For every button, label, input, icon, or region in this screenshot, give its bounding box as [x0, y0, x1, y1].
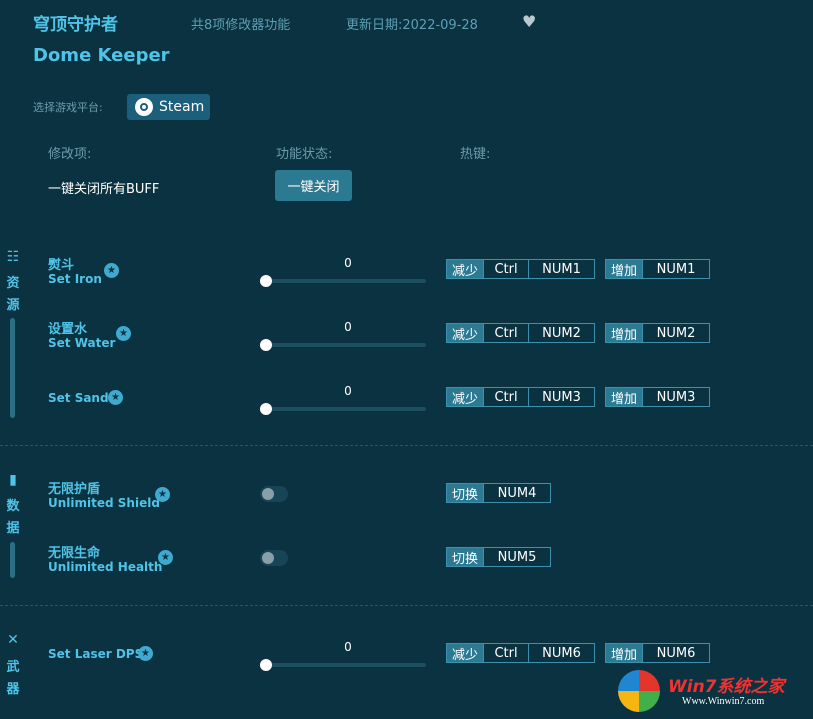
heart-icon[interactable]: ♥ — [522, 12, 536, 31]
feature-count: 共8项修改器功能 — [191, 14, 290, 33]
sand-slider[interactable] — [266, 407, 426, 411]
health-toggle-hotkey[interactable]: 切换 NUM5 — [446, 547, 551, 567]
close-all-buff-label: 一键关闭所有BUFF — [48, 178, 159, 197]
sand-slider-knob[interactable] — [260, 403, 272, 415]
steam-icon — [135, 98, 153, 116]
category-weapons-label: 武器 — [5, 657, 21, 701]
sand-increase-hotkey[interactable]: 增加 NUM3 — [605, 387, 710, 407]
item-health-en: Unlimited Health — [48, 560, 162, 574]
sand-slider-value: 0 — [338, 384, 358, 398]
steam-label: Steam — [159, 99, 204, 115]
watermark: Win7系统之家 Www.Winwin7.com — [612, 668, 807, 714]
item-water-cn: 设置水 — [48, 318, 87, 337]
star-icon[interactable]: ★ — [138, 646, 153, 661]
section-divider — [0, 605, 813, 606]
item-shield-en: Unlimited Shield — [48, 496, 160, 510]
laser-slider[interactable] — [266, 663, 426, 667]
bars-icon: ☷ — [5, 249, 21, 265]
star-icon[interactable]: ★ — [116, 326, 131, 341]
health-toggle[interactable] — [260, 550, 288, 566]
water-slider-value: 0 — [338, 320, 358, 334]
steam-platform-button[interactable]: Steam — [127, 94, 210, 120]
item-iron-en: Set Iron — [48, 272, 102, 286]
swords-icon: ✕ — [5, 632, 21, 648]
shield-toggle[interactable] — [260, 486, 288, 502]
shield-toggle-hotkey[interactable]: 切换 NUM4 — [446, 483, 551, 503]
star-icon[interactable]: ★ — [158, 550, 173, 565]
windows-logo-icon — [618, 670, 660, 712]
item-water-en: Set Water — [48, 336, 115, 350]
water-increase-hotkey[interactable]: 增加 NUM2 — [605, 323, 710, 343]
item-sand-en: Set Sand — [48, 391, 109, 405]
game-title-en: Dome Keeper — [33, 45, 170, 66]
water-decrease-hotkey[interactable]: 减少 Ctrl NUM2 — [446, 323, 595, 343]
laser-decrease-hotkey[interactable]: 减少 Ctrl NUM6 — [446, 643, 595, 663]
column-status-header: 功能状态: — [276, 143, 332, 162]
watermark-url: Www.Winwin7.com — [682, 696, 764, 707]
item-iron-cn: 熨斗 — [48, 254, 74, 273]
category-resources-label: 资源 — [5, 273, 21, 317]
category-data-label: 数据 — [5, 496, 21, 540]
iron-slider-knob[interactable] — [260, 275, 272, 287]
star-icon[interactable]: ★ — [155, 487, 170, 502]
item-laser-en: Set Laser DPS — [48, 647, 143, 661]
iron-increase-hotkey[interactable]: 增加 NUM1 — [605, 259, 710, 279]
sand-decrease-hotkey[interactable]: 减少 Ctrl NUM3 — [446, 387, 595, 407]
water-slider-knob[interactable] — [260, 339, 272, 351]
laser-slider-value: 0 — [338, 640, 358, 654]
game-title-cn: 穹顶守护者 — [33, 10, 118, 35]
item-shield-cn: 无限护盾 — [48, 478, 100, 497]
column-item-header: 修改项: — [48, 143, 91, 162]
category-resources-scrollbar[interactable] — [10, 318, 15, 418]
star-icon[interactable]: ★ — [104, 263, 119, 278]
section-divider — [0, 445, 813, 446]
watermark-brand: Win7系统之家 — [668, 672, 785, 697]
column-hotkey-header: 热键: — [460, 143, 490, 162]
iron-decrease-hotkey[interactable]: 减少 Ctrl NUM1 — [446, 259, 595, 279]
star-icon[interactable]: ★ — [108, 390, 123, 405]
iron-slider[interactable] — [266, 279, 426, 283]
laser-slider-knob[interactable] — [260, 659, 272, 671]
category-data-scrollbar[interactable] — [10, 542, 15, 578]
iron-slider-value: 0 — [338, 256, 358, 270]
item-health-cn: 无限生命 — [48, 542, 100, 561]
platform-label: 选择游戏平台: — [33, 99, 103, 115]
chart-icon: ▮ — [5, 472, 21, 488]
water-slider[interactable] — [266, 343, 426, 347]
laser-increase-hotkey[interactable]: 增加 NUM6 — [605, 643, 710, 663]
close-all-buff-button[interactable]: 一键关闭 — [275, 170, 352, 201]
update-date: 更新日期:2022-09-28 — [346, 14, 478, 33]
